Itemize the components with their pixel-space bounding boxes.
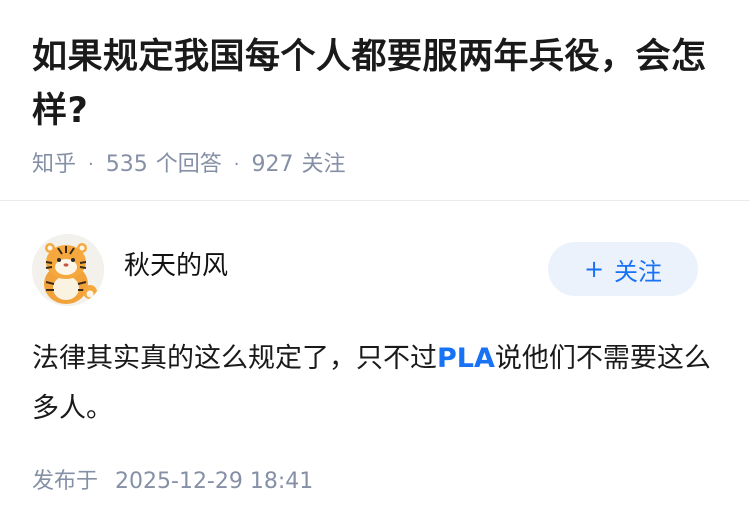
question-title[interactable]: 如果规定我国每个人都要服两年兵役，会怎样? xyxy=(32,30,718,138)
author-name[interactable]: 秋天的风 xyxy=(124,248,228,284)
highlight-keyword-link[interactable]: PLA xyxy=(437,343,495,374)
author-row: 秋天的风 + 关注 xyxy=(32,234,698,306)
publish-label: 发布于 xyxy=(32,469,99,494)
publish-timestamp: 2025-12-29 18:41 xyxy=(115,469,314,494)
question-meta: 知乎 · 535 个回答 · 927 关注 xyxy=(32,150,718,180)
follow-button[interactable]: + 关注 xyxy=(548,242,698,296)
tiger-avatar-icon[interactable] xyxy=(32,234,104,306)
answer-text-before: 法律其实真的这么规定了，只不过 xyxy=(32,343,437,374)
answer-content[interactable]: 法律其实真的这么规定了，只不过PLA说他们不需要这么多人。 xyxy=(32,334,722,434)
follower-count: 927 xyxy=(251,152,294,177)
meta-separator: · xyxy=(233,154,240,175)
follower-count-label: 关注 xyxy=(301,152,346,177)
answer-count-label: 个回答 xyxy=(155,152,222,177)
source-label[interactable]: 知乎 xyxy=(32,150,76,180)
plus-icon: + xyxy=(583,255,605,283)
follow-button-label: 关注 xyxy=(614,257,663,286)
publish-info: 发布于 2025-12-29 18:41 xyxy=(32,466,313,498)
answer-card: 秋天的风 + 关注 法律其实真的这么规定了，只不过PLA说他们不需要这么多人。 … xyxy=(0,200,750,532)
question-header: 如果规定我国每个人都要服两年兵役，会怎样? 知乎 · 535 个回答 · 927… xyxy=(0,0,750,177)
answer-count: 535 xyxy=(105,152,148,177)
meta-separator: · xyxy=(88,154,94,175)
